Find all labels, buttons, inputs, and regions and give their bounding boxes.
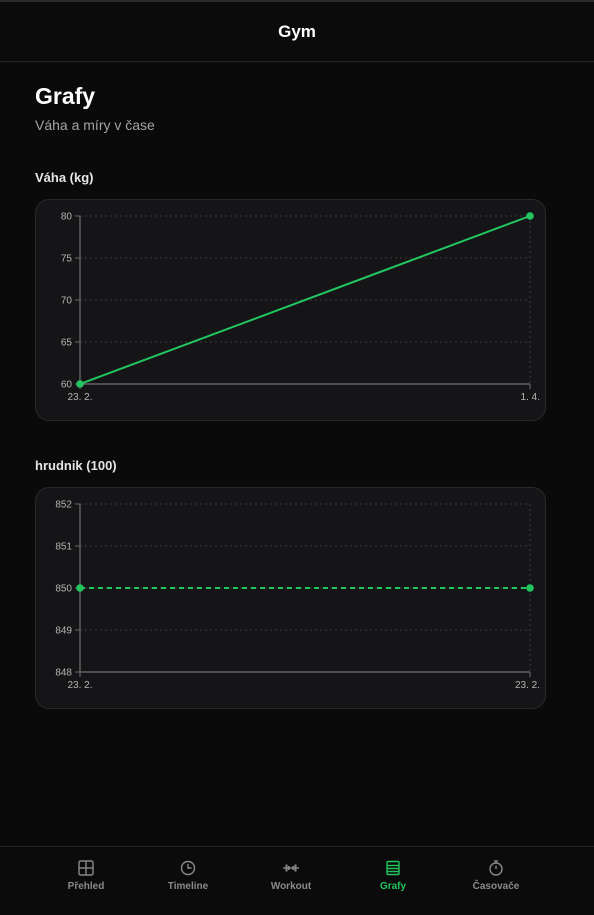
- series-line: [79, 215, 531, 385]
- x-tick-label: 23. 2.: [515, 680, 540, 691]
- y-tick-label: 80: [61, 212, 73, 223]
- weight-chart-card: 60 65 70 75 80 23. 2. 1. 4.: [35, 199, 546, 421]
- chart-svg: 60 65 70 75 80 23. 2. 1. 4.: [61, 212, 540, 404]
- y-tick-label: 848: [55, 668, 72, 679]
- chest-chart-card: 848 849 850 851 852 23. 2. 23. 2.: [35, 487, 546, 709]
- bottom-nav: Přehled Timeline Workout Grafy Časovače: [0, 846, 594, 915]
- y-tick-label: 60: [61, 380, 73, 391]
- data-point: [526, 584, 534, 592]
- y-tick-label: 851: [55, 542, 72, 553]
- nav-item-prehled[interactable]: Přehled: [36, 859, 136, 892]
- page-subtitle: Váha a míry v čase: [35, 117, 155, 133]
- y-tick-label: 65: [61, 338, 73, 349]
- nav-label: Workout: [270, 881, 312, 892]
- clock-icon: [180, 860, 196, 876]
- nav-label: Časovače: [472, 881, 520, 892]
- y-tick-label: 852: [55, 500, 72, 511]
- nav-label: Grafy: [379, 881, 407, 892]
- nav-item-workout[interactable]: Workout: [241, 859, 341, 892]
- nav-label: Timeline: [167, 881, 209, 892]
- data-point: [76, 584, 84, 592]
- dumbbell-icon: [283, 864, 299, 872]
- data-point: [526, 212, 534, 220]
- page-title: Grafy: [35, 83, 96, 109]
- app-title: Gym: [278, 21, 316, 41]
- data-point: [76, 380, 84, 388]
- app-root: Gym Grafy Váha a míry v čase Váha (kg) 6…: [0, 0, 594, 915]
- y-tick-label: 850: [55, 584, 72, 595]
- stopwatch-icon: [489, 860, 503, 876]
- x-tick-label: 23. 2.: [67, 680, 92, 691]
- y-tick-label: 849: [55, 626, 72, 637]
- nav-item-casovace[interactable]: Časovače: [446, 859, 546, 892]
- x-tick-label: 1. 4.: [521, 392, 540, 403]
- nav-label: Přehled: [67, 881, 105, 892]
- y-tick-label: 75: [61, 254, 73, 265]
- weight-chart-title: Váha (kg): [35, 170, 94, 185]
- chest-chart-title: hrudnik (100): [35, 458, 117, 473]
- x-tick-label: 23. 2.: [67, 392, 92, 403]
- y-tick-label: 70: [61, 296, 73, 307]
- chart-icon: [386, 860, 400, 876]
- grid-icon: [78, 860, 94, 876]
- chart-svg: 848 849 850 851 852 23. 2. 23. 2.: [55, 500, 540, 692]
- nav-item-timeline[interactable]: Timeline: [138, 859, 238, 892]
- nav-item-grafy[interactable]: Grafy: [343, 859, 443, 892]
- top-bar: Gym: [0, 0, 594, 62]
